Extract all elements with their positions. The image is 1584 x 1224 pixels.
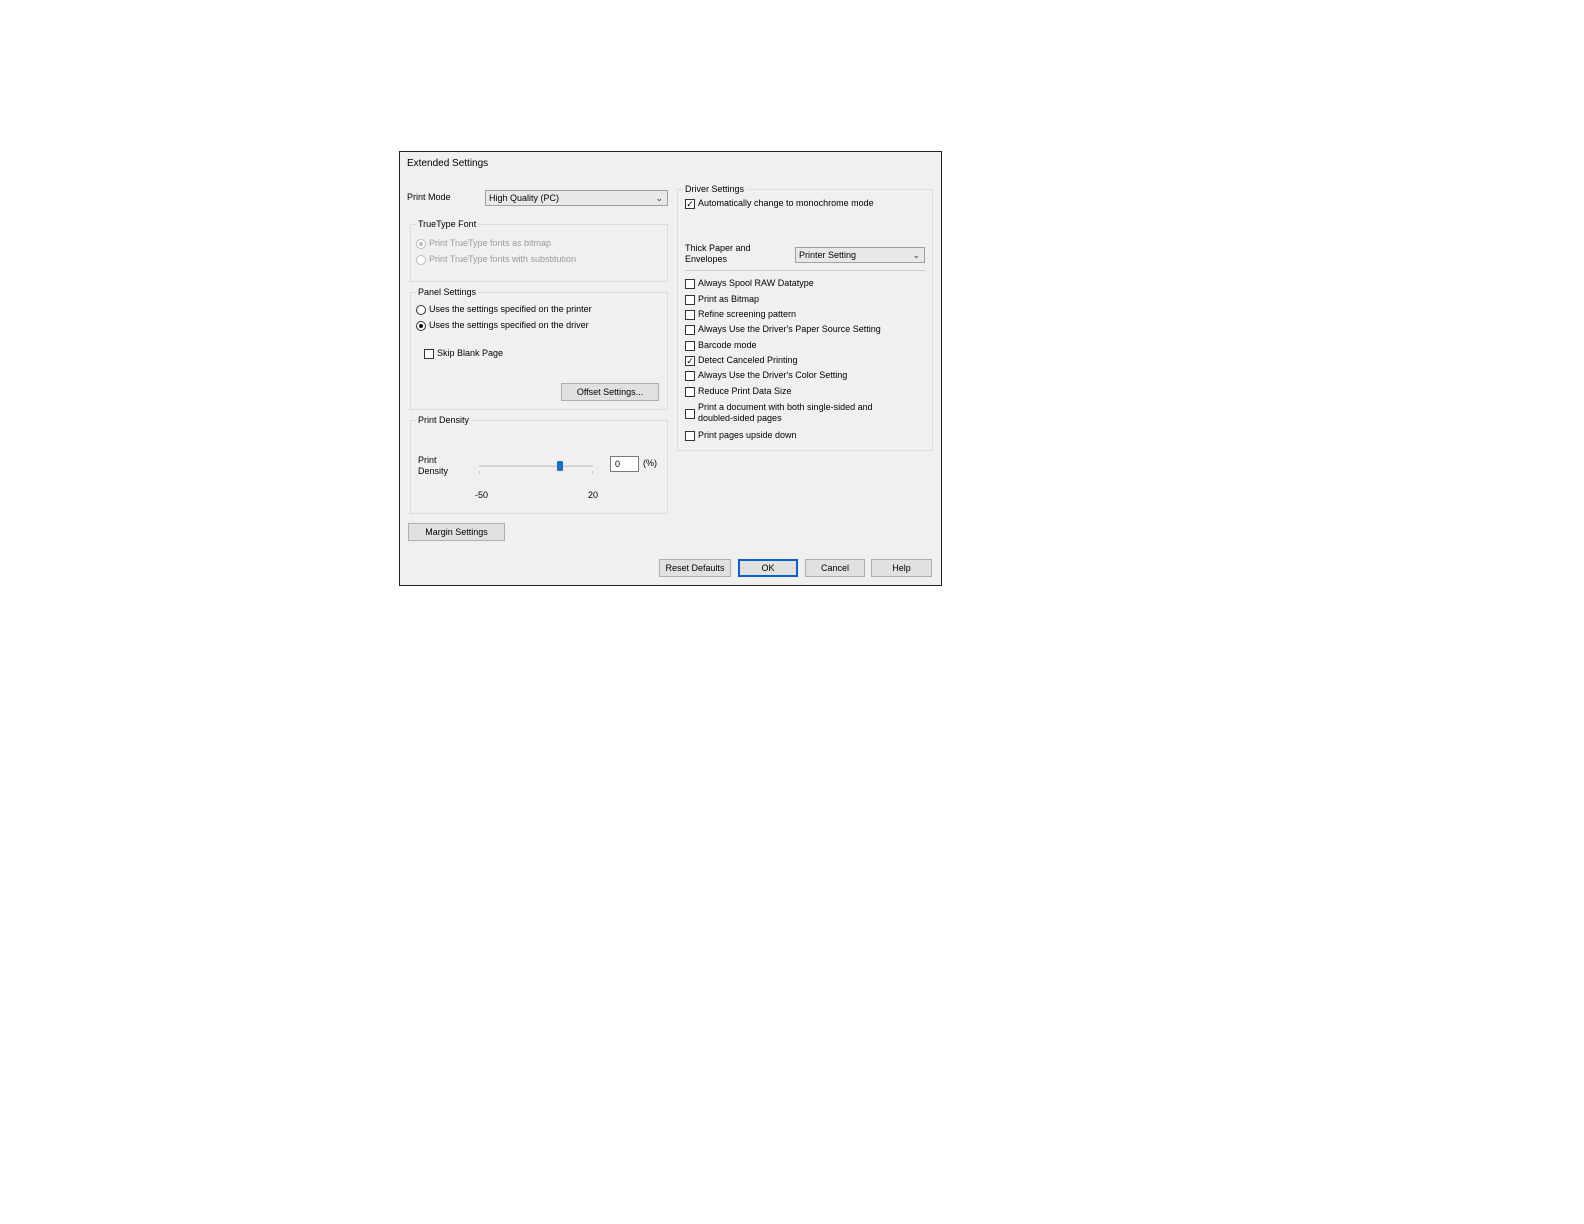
ok-button[interactable]: OK bbox=[738, 559, 798, 577]
mixed-sided-checkbox[interactable] bbox=[685, 409, 695, 419]
check-icon: ✓ bbox=[686, 356, 694, 366]
print-as-bitmap-label: Print as Bitmap bbox=[698, 294, 760, 304]
refine-screening-label: Refine screening pattern bbox=[698, 309, 797, 319]
paper-source-setting-label: Always Use the Driver's Paper Source Set… bbox=[698, 324, 881, 334]
panel-printer-label: Uses the settings specified on the print… bbox=[429, 304, 592, 314]
upside-down-label: Print pages upside down bbox=[698, 430, 797, 440]
color-setting-label: Always Use the Driver's Color Setting bbox=[698, 370, 848, 380]
dialog-title: Extended Settings bbox=[407, 158, 489, 169]
print-density-input[interactable]: 0 bbox=[610, 456, 639, 472]
reduce-data-size-label: Reduce Print Data Size bbox=[698, 386, 792, 396]
print-mode-select[interactable]: High Quality (PC) ⌄ bbox=[485, 190, 668, 206]
slider-tick bbox=[592, 471, 593, 474]
panel-settings-title: Panel Settings bbox=[416, 287, 479, 297]
panel-driver-label: Uses the settings specified on the drive… bbox=[429, 320, 589, 330]
auto-monochrome-label: Automatically change to monochrome mode bbox=[698, 198, 874, 208]
color-setting-checkbox[interactable] bbox=[685, 371, 695, 381]
detect-canceled-checkbox[interactable]: ✓ bbox=[685, 356, 695, 366]
margin-settings-button[interactable]: Margin Settings bbox=[408, 523, 505, 541]
driver-settings-group: Driver Settings ✓ Automatically change t… bbox=[677, 184, 933, 451]
upside-down-checkbox[interactable] bbox=[685, 431, 695, 441]
slider-tick bbox=[479, 471, 480, 474]
mixed-sided-label: Print a document with both single-sided … bbox=[698, 402, 873, 423]
extended-settings-dialog: Extended Settings Print Mode High Qualit… bbox=[399, 151, 942, 586]
offset-settings-button[interactable]: Offset Settings... bbox=[561, 383, 659, 401]
thick-paper-value: Printer Setting bbox=[799, 250, 857, 260]
refine-screening-checkbox[interactable] bbox=[685, 310, 695, 320]
spool-raw-checkbox[interactable] bbox=[685, 279, 695, 289]
chevron-down-icon: ⌄ bbox=[655, 193, 663, 203]
thick-paper-label: Thick Paper and Envelopes bbox=[685, 243, 751, 264]
help-button[interactable]: Help bbox=[871, 559, 932, 577]
print-mode-label: Print Mode bbox=[407, 192, 451, 202]
chevron-down-icon: ⌄ bbox=[912, 250, 920, 260]
reduce-data-size-checkbox[interactable] bbox=[685, 387, 695, 397]
check-icon: ✓ bbox=[686, 199, 694, 209]
print-as-bitmap-checkbox[interactable] bbox=[685, 295, 695, 305]
print-density-min-label: -50 bbox=[475, 490, 489, 500]
print-density-group: Print Density Print Density 0 (%) -50 20 bbox=[410, 415, 668, 514]
print-density-slider-thumb[interactable] bbox=[557, 461, 564, 471]
print-density-title: Print Density bbox=[416, 415, 472, 425]
reset-defaults-button[interactable]: Reset Defaults bbox=[659, 559, 731, 577]
truetype-substitution-label: Print TrueType fonts with substitution bbox=[429, 254, 577, 264]
divider bbox=[685, 270, 925, 271]
cancel-button[interactable]: Cancel bbox=[805, 559, 865, 577]
panel-settings-group: Panel Settings Uses the settings specifi… bbox=[410, 287, 668, 410]
truetype-font-group: TrueType Font Print TrueType fonts as bi… bbox=[410, 219, 668, 282]
print-mode-value: High Quality (PC) bbox=[489, 193, 560, 203]
auto-monochrome-checkbox[interactable]: ✓ bbox=[685, 199, 695, 209]
barcode-mode-label: Barcode mode bbox=[698, 340, 757, 350]
thick-paper-select[interactable]: Printer Setting ⌄ bbox=[795, 247, 925, 263]
truetype-substitution-radio[interactable] bbox=[416, 255, 426, 265]
paper-source-setting-checkbox[interactable] bbox=[685, 325, 695, 335]
print-density-unit: (%) bbox=[643, 458, 657, 468]
truetype-bitmap-radio[interactable] bbox=[416, 239, 426, 249]
print-density-max-label: 20 bbox=[588, 490, 599, 500]
barcode-mode-checkbox[interactable] bbox=[685, 341, 695, 351]
print-density-slider-track[interactable] bbox=[479, 465, 593, 467]
panel-driver-radio[interactable] bbox=[416, 321, 426, 331]
spool-raw-label: Always Spool RAW Datatype bbox=[698, 278, 814, 288]
panel-printer-radio[interactable] bbox=[416, 305, 426, 315]
detect-canceled-label: Detect Canceled Printing bbox=[698, 355, 798, 365]
skip-blank-page-label: Skip Blank Page bbox=[437, 348, 504, 358]
truetype-bitmap-label: Print TrueType fonts as bitmap bbox=[429, 238, 552, 248]
print-density-label: Print Density bbox=[418, 455, 449, 476]
truetype-font-title: TrueType Font bbox=[416, 219, 479, 229]
driver-settings-title: Driver Settings bbox=[683, 184, 747, 194]
skip-blank-page-checkbox[interactable] bbox=[424, 349, 434, 359]
